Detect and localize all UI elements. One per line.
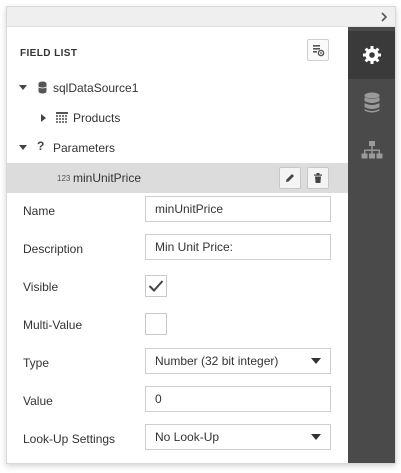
type-select-value: Number (32 bit integer) [155,354,279,368]
gear-icon [362,46,381,64]
property-value: Value 0 [7,383,348,421]
chevron-right-icon [381,12,388,22]
type-label: Type [23,356,50,370]
database-icon [364,92,379,113]
pencil-icon [286,174,294,182]
datasource-label: sqlDataSource1 [53,81,139,95]
question-mark-icon: ? [37,139,45,153]
type-select[interactable]: Number (32 bit integer) [145,348,331,374]
visible-label: Visible [23,280,59,294]
dropdown-arrow-icon [311,358,321,364]
tree-item-datasource[interactable]: sqlDataSource1 [7,73,348,103]
tab-report-explorer[interactable] [348,127,395,175]
parameter-label: minUnitPrice [73,171,142,185]
description-input[interactable]: Min Unit Price: [145,234,331,260]
sidebar-tabs [348,27,395,463]
tree-item-parameter-selected[interactable]: 123 minUnitPrice [7,163,348,193]
lookup-settings-label: Look-Up Settings [23,432,116,446]
tab-properties[interactable] [348,31,395,79]
property-lookup-settings: Look-Up Settings No Look-Up [7,421,348,459]
property-multi-value: Multi-Value [7,307,348,345]
field-list-title: FIELD LIST [20,48,78,59]
tree-item-parameters[interactable]: ? Parameters [7,133,348,163]
name-input[interactable]: minUnitPrice [145,196,331,222]
panel-top-strip [7,7,395,27]
collapsed-arrow-icon[interactable] [39,114,47,122]
datasource-icon [38,81,47,97]
visible-checkbox[interactable] [145,275,167,297]
delete-parameter-button[interactable] [307,167,329,189]
property-type: Type Number (32 bit integer) [7,345,348,383]
checkmark-icon [148,280,164,292]
tab-data-sources[interactable] [348,79,395,127]
tree-item-products[interactable]: Products [7,103,348,133]
add-calculated-field-button[interactable] [307,39,329,61]
number-type-badge: 123 [57,173,71,183]
value-label: Value [23,394,53,408]
field-settings-icon [313,45,325,57]
property-description: Description Min Unit Price: [7,231,348,269]
name-label: Name [23,204,56,218]
description-label: Description [23,242,84,256]
dropdown-arrow-icon [311,434,321,440]
expanded-arrow-icon[interactable] [19,144,27,152]
products-label: Products [73,111,121,125]
field-list-content: FIELD LIST sqlDataSource1 Products ? Par… [7,27,348,463]
parameters-label: Parameters [53,141,116,155]
table-icon [56,112,68,126]
value-input[interactable]: 0 [145,386,331,412]
expanded-arrow-icon[interactable] [19,84,27,92]
multi-value-label: Multi-Value [23,318,83,332]
property-name: Name minUnitPrice [7,193,348,231]
hierarchy-icon [361,141,382,159]
trash-icon [314,173,322,183]
lookup-settings-select[interactable]: No Look-Up [145,424,331,450]
collapse-panel-button[interactable] [377,10,391,24]
multi-value-checkbox[interactable] [145,313,167,335]
property-visible: Visible [7,269,348,307]
edit-parameter-button[interactable] [279,167,301,189]
lookup-select-value: No Look-Up [155,430,220,444]
field-list-panel: FIELD LIST sqlDataSource1 Products ? Par… [6,6,396,464]
